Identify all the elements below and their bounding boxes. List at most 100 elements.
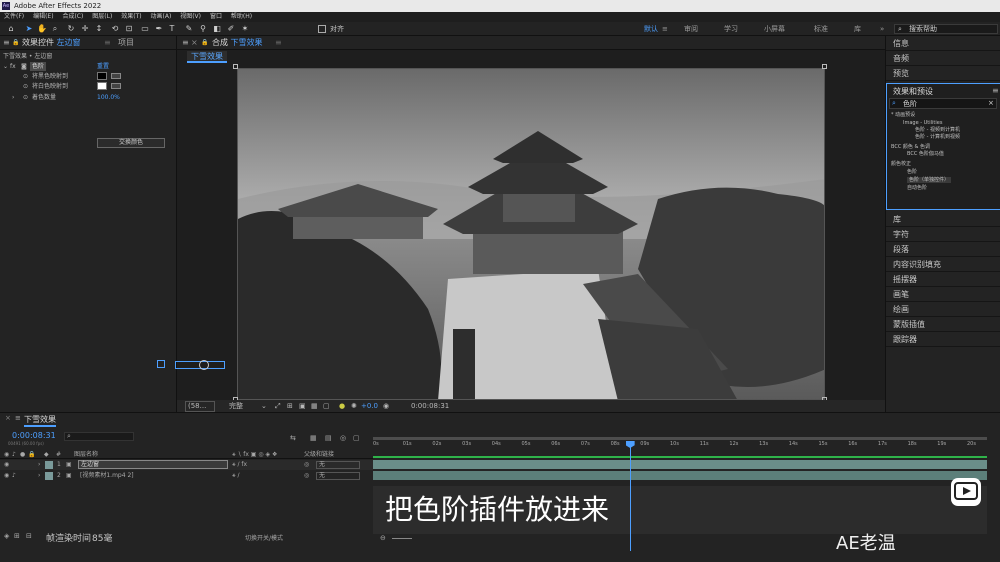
white-color-swatch[interactable] [97,82,107,90]
expand-chevron-icon[interactable]: › [38,460,40,470]
pen-tool-icon[interactable]: ✒ [154,24,164,34]
tab-menu-icon[interactable]: ≡ [104,36,111,50]
lock-icon[interactable]: 🔒 [12,36,19,50]
grid-icon[interactable]: ⊞ [287,400,293,412]
zoom-out-icon[interactable]: ⊖ [380,534,386,542]
col-parent[interactable]: 父级和链接 [304,450,334,459]
time-ruler[interactable]: 0s 01s 02s 03s 04s 05s 06s 07s 08s 09s 10s 11s 12s 13… [0,413,1000,453]
amount-value[interactable]: 100.0% [97,93,120,102]
pickwhip-icon[interactable]: ◎ [304,471,309,481]
menu-help[interactable]: 帮助(H) [231,13,252,20]
layer-row[interactable]: ◉ › 1 ▣ 左边窗 ⚹ ∕ fx ◎ 无 [0,460,373,470]
panel-paragraph[interactable]: 段落 [886,242,1000,257]
panel-tracker[interactable]: 跟踪器 [886,332,1000,347]
zoom-tool-icon[interactable]: ⌕ [50,24,60,34]
roto-brush-icon[interactable]: ✐ [226,24,236,34]
panel-wiggler[interactable]: 摇摆器 [886,272,1000,287]
hand-tool-icon[interactable]: ✋ [37,24,47,34]
menu-window[interactable]: 窗口 [210,13,222,20]
menu-effect[interactable]: 效果(T) [121,13,141,20]
tab-composition[interactable]: 合成 下雪效果 [212,36,263,50]
layer-track-bar[interactable] [373,460,987,469]
stopwatch-icon[interactable]: ⊙ [23,82,28,91]
panel-menu-icon[interactable]: ≡ [992,86,999,95]
workspace-menu-icon[interactable]: ≡ [662,22,668,36]
tab-menu-icon[interactable]: ≡ [275,36,282,50]
tree-animation-presets[interactable]: * 动画预设 [891,112,915,118]
expand-switches-icon[interactable]: ⊞ [14,532,20,540]
visibility-icon[interactable]: ◉ [4,450,9,459]
layer-name-field[interactable]: 左边窗 [78,460,228,469]
swap-colors-button[interactable]: 交换颜色 [97,138,165,148]
exposure-icon[interactable]: ✺ [351,400,357,412]
tree-bcc-color-tone[interactable]: BCC 颜色 & 色调 [891,144,930,150]
panel-character[interactable]: 字符 [886,227,1000,242]
chevron-down-icon[interactable]: ⌄ [261,400,267,412]
tree-color-correction[interactable]: 颜色校正 [891,161,911,167]
anchor-handle-icon[interactable] [157,360,165,368]
search-help-input[interactable]: ⌕ 搜索帮助 [894,24,998,34]
rotate-tool-icon[interactable]: ⟲ [110,24,120,34]
comp-sub-tab[interactable]: 下雪效果 [187,51,227,63]
parent-dropdown[interactable]: 无 [316,472,360,480]
zoom-dropdown[interactable]: (58... [185,401,216,412]
resize-handle-icon[interactable] [233,64,238,69]
clear-search-icon[interactable]: × [988,99,994,107]
menu-edit[interactable]: 编辑(E) [33,13,53,20]
workspace-small-screen[interactable]: 小屏幕 [764,22,785,36]
layer-name[interactable]: [视频素材1.mp4 2] [80,471,134,481]
panel-brushes[interactable]: 画笔 [886,287,1000,302]
panel-menu-icon[interactable]: ≡ [3,36,10,50]
brush-tool-icon[interactable]: ✎ [184,24,194,34]
tree-levels-video-to-computer[interactable]: 色阶 - 视频到计算机 [915,127,960,133]
panel-content-aware-fill[interactable]: 内容识别填充 [886,257,1000,272]
color-channel-icon[interactable]: ● [339,400,345,412]
layer-switches-icon[interactable]: ⚹ ∕ [232,471,240,481]
panel-library[interactable]: 库 [886,212,1000,227]
tree-levels-individual[interactable]: 色阶（单独控件） [907,177,952,183]
transparency-icon[interactable]: ▦ [311,400,318,412]
label-icon[interactable]: ◆ [44,450,49,459]
lock-icon[interactable]: 🔒 [28,450,35,459]
exposure-value[interactable]: +0.0 [361,400,378,412]
menu-animation[interactable]: 动画(A) [151,13,172,20]
comp-viewer[interactable] [237,68,825,400]
clone-stamp-icon[interactable]: ⚲ [198,24,208,34]
playhead[interactable] [629,441,631,551]
parent-dropdown[interactable]: 无 [316,461,360,469]
puppet-tool-icon[interactable]: ✶ [240,24,250,34]
tree-image-utilities[interactable]: Image - Utilities [903,120,942,126]
pan-behind-icon[interactable]: ⊡ [124,24,134,34]
zoom-slider[interactable] [392,538,412,539]
audio-icon[interactable]: ♪ [12,471,16,481]
camera-icon[interactable]: ◉ [383,400,389,412]
orbit-tool-icon[interactable]: ↻ [66,24,76,34]
layer-row[interactable]: ◉ ♪ › 2 ▣ [视频素材1.mp4 2] ⚹ ∕ ◎ 无 [0,471,373,481]
fx-icon[interactable]: fx [10,62,16,71]
pan-tool-icon[interactable]: ✛ [80,24,90,34]
toggle-switches-modes[interactable]: 切换开关/模式 [245,533,283,542]
type-tool-icon[interactable]: T [167,24,177,34]
panel-preview[interactable]: 预览 [886,66,1000,81]
workspace-default[interactable]: 默认 [644,22,658,36]
black-color-swatch[interactable] [97,72,107,80]
panel-menu-icon[interactable]: ≡ [182,36,189,50]
switches-icon[interactable]: ⚹ ∖ fx ▣ ◎ ◈ ❖ [232,450,277,459]
layer-track-bar[interactable] [373,471,987,480]
layer-switches-icon[interactable]: ⚹ ∕ fx [232,460,247,470]
expand-chevron-icon[interactable]: › [12,93,14,102]
tab-effect-controls[interactable]: 效果控件 左边窗 [22,36,81,50]
quality-dropdown[interactable]: 完整 [229,400,243,412]
pickwhip-icon[interactable]: ◎ [304,460,309,470]
resize-handle-icon[interactable] [822,64,827,69]
stopwatch-icon[interactable]: ⊙ [23,93,28,102]
panel-info[interactable]: 信息 [886,36,1000,51]
label-swatch[interactable] [45,472,53,480]
menu-view[interactable]: 视图(V) [180,13,201,20]
panel-paint[interactable]: 绘画 [886,302,1000,317]
lock-icon[interactable]: 🔒 [201,36,208,50]
frame-render-icon[interactable]: ⊟ [26,532,32,540]
menu-layer[interactable]: 图层(L) [92,13,112,20]
timecode-display[interactable]: 0:00:08:31 [411,400,449,412]
fit-icon[interactable]: ⤢ [275,400,281,412]
